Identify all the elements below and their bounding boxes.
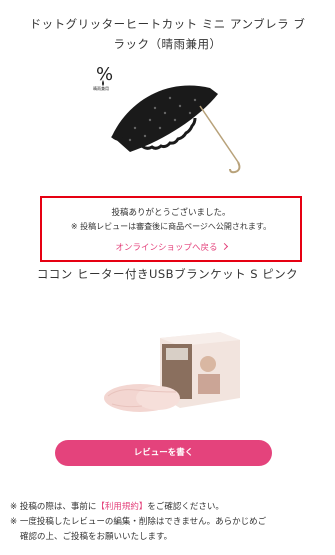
product1-title: ドットグリッターヒートカット ミニ アンブレラ ブ ラック（晴雨兼用）: [29, 17, 306, 51]
badge-text: 晴雨兼用: [93, 85, 109, 91]
back-link-label: オンラインショップへ戻る: [115, 243, 218, 253]
back-to-shop-link[interactable]: オンラインショップへ戻る: [42, 241, 300, 253]
review-notice-line: ※ 投稿レビューは審査後に商品ページへ公開されます。: [70, 222, 272, 231]
terms-link[interactable]: 【利用規約】: [96, 502, 147, 512]
note-terms: ※ 投稿の際は、事前に【利用規約】をご確認ください。: [10, 502, 224, 512]
badge-symbol: %: [96, 64, 113, 85]
thanks-line: 投稿ありがとうございました。: [111, 208, 231, 218]
write-review-button[interactable]: レビューを書く: [55, 440, 272, 466]
chevron-right-icon: [220, 242, 228, 251]
umbrella-product-image: % 晴雨兼用: [93, 64, 241, 174]
notes: ※ 投稿の際は、事前に【利用規約】をご確認ください。 ※ 一度投稿したレビューの…: [10, 500, 330, 545]
blanket-product-image: [104, 332, 240, 412]
product2-title: ココン ヒーター付きUSBブランケット S ピンク: [36, 267, 299, 281]
thanks-message-box: 投稿ありがとうございました。 ※ 投稿レビューは審査後に商品ページへ公開されます…: [40, 196, 302, 262]
note-no-edit: ※ 一度投稿したレビューの編集・削除はできません。あらかじめご 確認の上、ご投稿…: [10, 517, 267, 542]
